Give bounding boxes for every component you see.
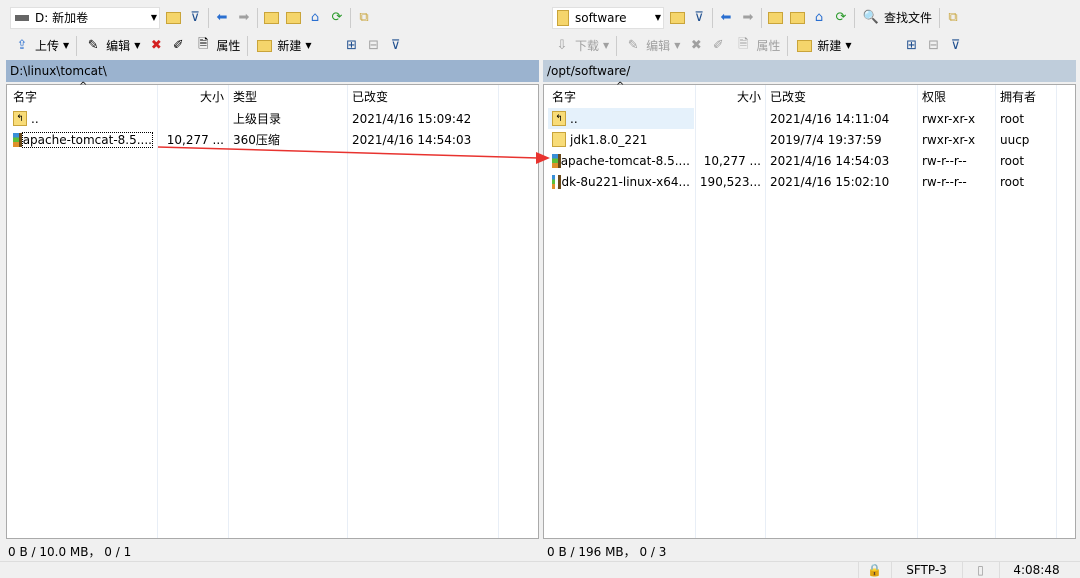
lock-icon[interactable]: 🔒 (858, 562, 890, 578)
left-status: 0 B / 10.0 MB， 0 / 1 (8, 544, 132, 559)
session-time: 4:08:48 (999, 562, 1073, 578)
protocol-indicator: SFTP-3 (891, 562, 961, 578)
right-status: 0 B / 196 MB， 0 / 3 (547, 544, 667, 559)
clipboard-icon: ▯ (962, 562, 998, 578)
transfer-arrow-annotation (157, 146, 550, 164)
